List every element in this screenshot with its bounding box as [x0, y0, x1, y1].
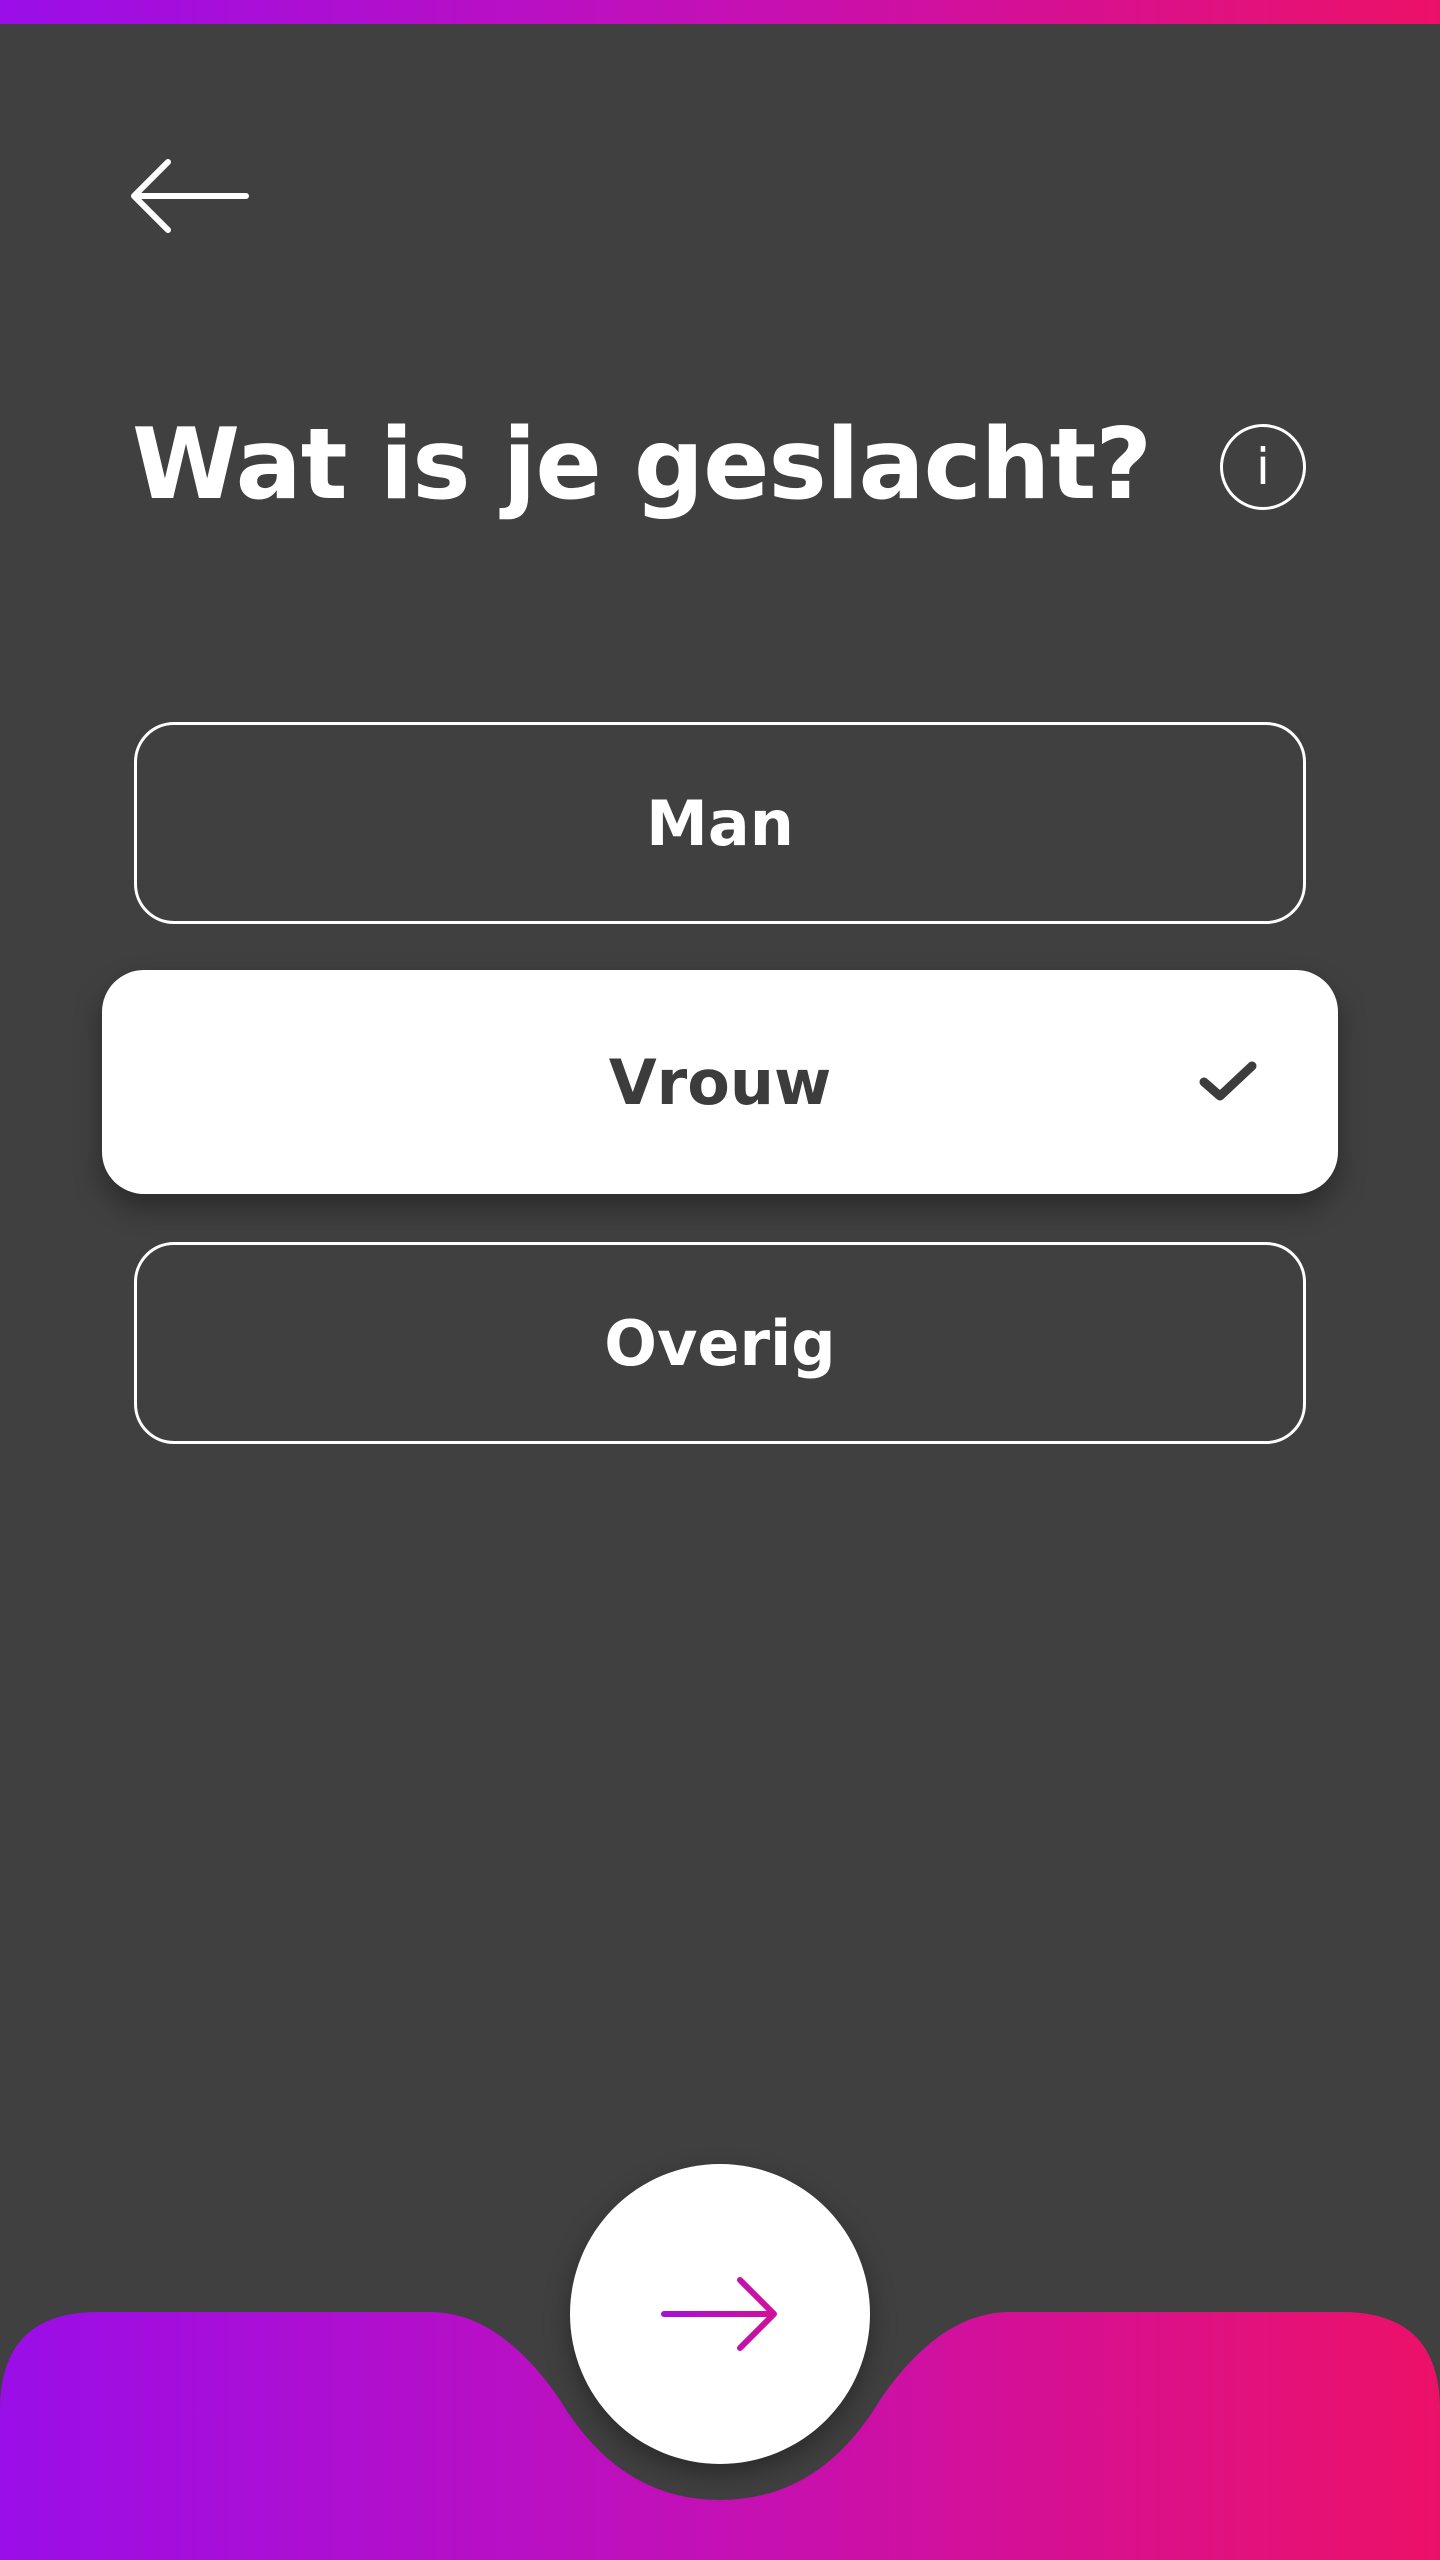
gender-question-screen: Wat is je geslacht? i Man Vrouw Overig — [0, 0, 1440, 2560]
info-button[interactable]: i — [1220, 424, 1306, 510]
info-icon: i — [1256, 438, 1270, 496]
arrow-left-icon — [131, 159, 249, 233]
option-label: Vrouw — [608, 1045, 832, 1119]
option-label: Man — [646, 786, 794, 860]
option-label: Overig — [604, 1306, 836, 1380]
next-button[interactable] — [570, 2164, 870, 2464]
check-icon — [1199, 1061, 1257, 1101]
option-overig[interactable]: Overig — [134, 1242, 1306, 1444]
option-man[interactable]: Man — [134, 722, 1306, 924]
page-title: Wat is je geslacht? — [132, 408, 1152, 522]
option-vrouw[interactable]: Vrouw — [102, 970, 1338, 1194]
top-gradient-bar — [0, 0, 1440, 24]
arrow-right-icon — [661, 2277, 777, 2351]
back-button[interactable] — [126, 150, 256, 240]
